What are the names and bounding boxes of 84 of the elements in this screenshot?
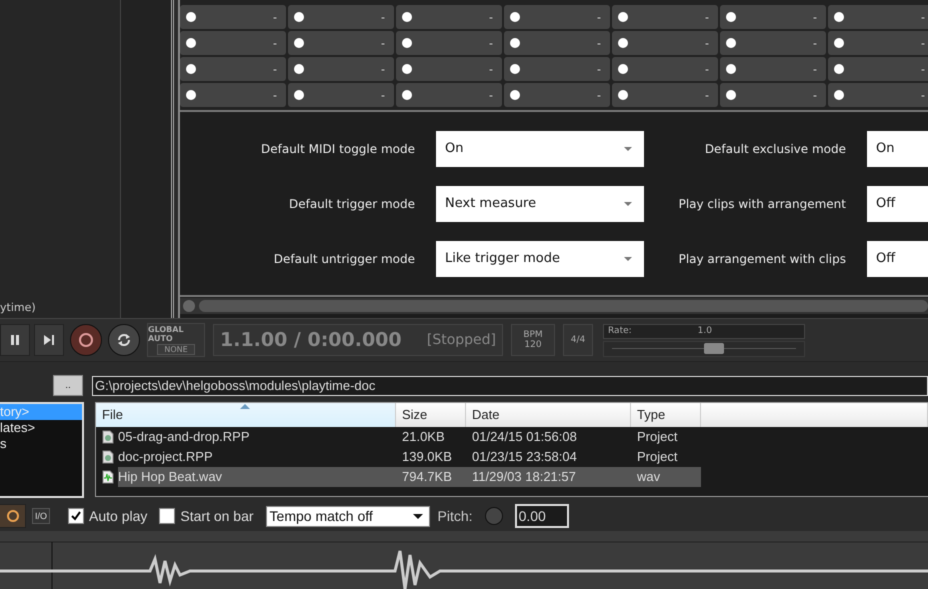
- setting-label: Play clips with arrangement: [678, 196, 846, 210]
- checkbox-icon[interactable]: [68, 508, 84, 524]
- setting-label: Default trigger mode: [288, 196, 415, 210]
- horizontal-scrollbar[interactable]: [180, 298, 928, 314]
- setting-dropdown[interactable]: Next measure: [436, 186, 644, 222]
- loop-icon: [6, 509, 20, 523]
- record-icon: [78, 332, 94, 348]
- clip-slot[interactable]: -: [180, 83, 286, 107]
- column-header[interactable]: Type: [631, 403, 701, 427]
- clip-slot[interactable]: -: [396, 57, 502, 81]
- time-position: 1.1.00 / 0:00.000: [220, 329, 402, 351]
- column-header[interactable]: Date: [466, 403, 631, 427]
- next-button[interactable]: [34, 324, 64, 356]
- repeat-icon: [115, 331, 133, 349]
- location-item[interactable]: s: [0, 436, 82, 452]
- clip-slot[interactable]: -: [828, 31, 928, 55]
- checkbox-icon[interactable]: [159, 508, 176, 524]
- path-field[interactable]: G:\projects\dev\helgoboss\modules\playtime-doc: [92, 376, 928, 396]
- clip-slot[interactable]: -: [828, 83, 928, 107]
- file-row[interactable]: doc-project.RPP 139.0KB 01/23/15 23:58:04 Project: [96, 447, 701, 467]
- column-header[interactable]: Size: [396, 403, 466, 427]
- pause-icon: [9, 334, 21, 346]
- file-row[interactable]: Hip Hop Beat.wav 794.7KB 11/29/03 18:21:57 wav: [96, 467, 701, 487]
- auto-play-checkbox[interactable]: Auto play: [68, 508, 148, 524]
- setting-dropdown[interactable]: On: [867, 130, 928, 166]
- rate-display: Rate: 1.0: [603, 324, 805, 338]
- bpm-button[interactable]: BPM 120: [511, 324, 555, 356]
- setting-dropdown[interactable]: Off: [867, 186, 928, 222]
- skip-forward-icon: [43, 334, 55, 346]
- project-file-icon: [102, 430, 114, 444]
- setting-label: Default exclusive mode: [704, 142, 846, 156]
- project-file-icon: [102, 450, 114, 464]
- pitch-field[interactable]: 0.00: [514, 504, 569, 528]
- clip-slot[interactable]: -: [612, 5, 718, 29]
- automation-mode-button[interactable]: NONE: [157, 344, 195, 355]
- setting-dropdown[interactable]: On: [436, 130, 644, 166]
- clip-slot[interactable]: -: [720, 31, 826, 55]
- setting-label: Play arrangement with clips: [678, 252, 846, 266]
- clip-slot[interactable]: -: [504, 5, 610, 29]
- record-button[interactable]: [70, 324, 102, 356]
- clip-slot[interactable]: -: [180, 5, 286, 29]
- clip-slot[interactable]: -: [720, 83, 826, 107]
- io-button[interactable]: I/O: [32, 508, 50, 524]
- repeat-button[interactable]: [108, 324, 140, 356]
- sort-indicator-icon: [240, 404, 250, 409]
- clip-slot[interactable]: -: [720, 57, 826, 81]
- clip-slot[interactable]: -: [828, 57, 928, 81]
- setting-dropdown[interactable]: Like trigger mode: [436, 240, 644, 276]
- clip-slot[interactable]: -: [504, 83, 610, 107]
- clip-slot[interactable]: -: [396, 5, 502, 29]
- clip-slot[interactable]: -: [288, 31, 394, 55]
- clip-slot[interactable]: -: [828, 5, 928, 29]
- clip-slot[interactable]: -: [180, 31, 286, 55]
- file-row[interactable]: 05-drag-and-drop.RPP 21.0KB 01/24/15 01:56:08 Project: [96, 427, 701, 447]
- tempo-match-dropdown[interactable]: Tempo match off: [266, 506, 430, 526]
- pitch-label: Pitch:: [438, 508, 473, 524]
- clip-slot[interactable]: -: [504, 31, 610, 55]
- clip-slot[interactable]: -: [180, 57, 286, 81]
- clip-slot[interactable]: -: [612, 83, 718, 107]
- clip-slot[interactable]: -: [720, 5, 826, 29]
- column-header[interactable]: File: [96, 403, 396, 427]
- clip-slot[interactable]: -: [396, 31, 502, 55]
- play-status: [Stopped]: [426, 332, 496, 348]
- rate-slider[interactable]: [603, 340, 805, 356]
- audio-file-icon: [102, 470, 114, 484]
- clip-slot[interactable]: -: [288, 57, 394, 81]
- slider-thumb[interactable]: [704, 342, 724, 354]
- clip-slot[interactable]: -: [504, 57, 610, 81]
- clip-slot[interactable]: -: [288, 83, 394, 107]
- start-on-bar-checkbox[interactable]: Start on bar: [159, 508, 254, 524]
- panel-caption: ytime): [0, 301, 36, 314]
- location-item[interactable]: lates>: [0, 420, 82, 436]
- setting-label: Default untrigger mode: [272, 252, 415, 266]
- clip-slot[interactable]: -: [396, 83, 502, 107]
- setting-label: Default MIDI toggle mode: [260, 142, 415, 156]
- automation-label: GLOBAL AUTO: [148, 325, 185, 343]
- pause-button[interactable]: [0, 324, 30, 356]
- clip-slot[interactable]: -: [612, 31, 718, 55]
- time-signature-button[interactable]: 4/4: [563, 324, 593, 356]
- parent-folder-button[interactable]: ..: [53, 375, 83, 396]
- clip-slot[interactable]: -: [288, 5, 394, 29]
- setting-dropdown[interactable]: Off: [867, 240, 928, 276]
- loop-button[interactable]: [0, 504, 26, 528]
- clip-slot[interactable]: -: [612, 57, 718, 81]
